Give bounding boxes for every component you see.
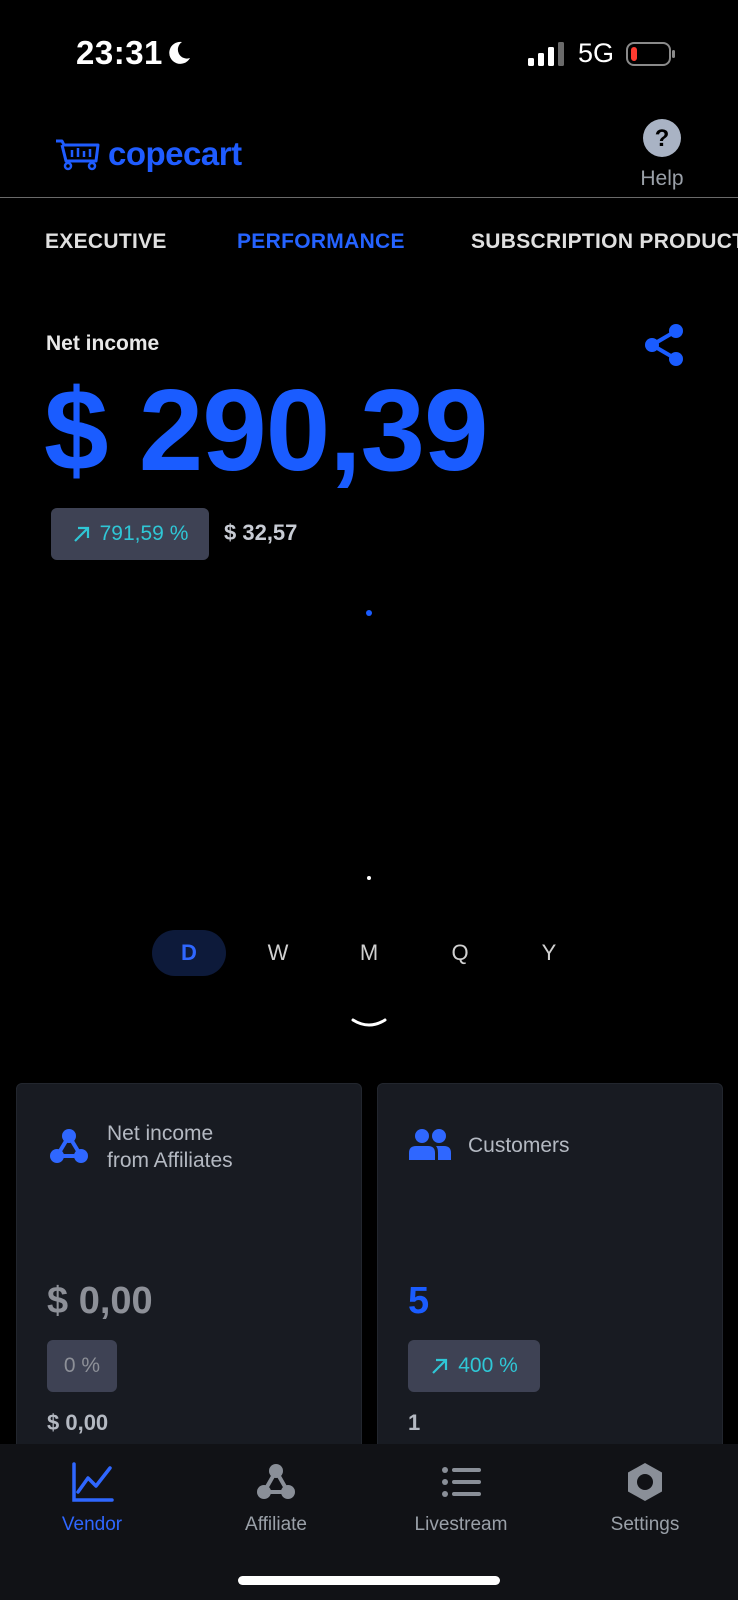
dashboard-tabs: EXECUTIVE PERFORMANCE SUBSCRIPTION PRODU… — [0, 222, 738, 266]
net-income-value: $ 290,39 — [44, 365, 489, 495]
tab-performance[interactable]: PERFORMANCE — [237, 230, 405, 254]
help-icon: ? — [643, 119, 681, 157]
chart-data-point — [366, 610, 372, 616]
card-title: Customers — [468, 1132, 698, 1159]
card-value: $ 0,00 — [47, 1280, 153, 1322]
nav-livestream-label: Livestream — [414, 1514, 508, 1535]
card-value: 5 — [408, 1280, 430, 1322]
affiliate-income-card[interactable]: Net income from Affiliates $ 0,00 0 % $ … — [16, 1083, 362, 1463]
help-label: Help — [640, 167, 684, 190]
nav-affiliate[interactable]: Affiliate — [201, 1460, 351, 1536]
nav-settings[interactable]: Settings — [570, 1460, 720, 1536]
trend-up-icon — [432, 1358, 448, 1374]
net-income-delta: 791,59 % — [99, 522, 189, 545]
period-year[interactable]: Y — [512, 930, 586, 976]
period-week[interactable]: W — [241, 930, 315, 976]
chart-line-icon — [72, 1462, 114, 1502]
copecart-logo[interactable]: copecart — [52, 132, 242, 176]
period-selector: D W M Q Y — [0, 930, 738, 978]
income-chart — [0, 580, 738, 900]
card-previous: 1 — [408, 1410, 421, 1435]
net-income-label: Net income — [46, 332, 160, 355]
trend-up-icon — [73, 526, 89, 542]
svg-text:?: ? — [655, 125, 670, 152]
customers-card[interactable]: Customers 5 400 % 1 — [377, 1083, 723, 1463]
tab-executive[interactable]: EXECUTIVE — [45, 230, 167, 254]
tab-subscription-product[interactable]: SUBSCRIPTION PRODUCT — [471, 230, 738, 254]
home-indicator — [238, 1576, 500, 1585]
card-previous: $ 0,00 — [47, 1410, 109, 1435]
card-title-line1: Net income — [107, 1122, 214, 1145]
chart-baseline-point — [367, 876, 371, 880]
period-day[interactable]: D — [152, 930, 226, 976]
affiliate-network-icon — [50, 1129, 88, 1163]
users-icon — [409, 1129, 451, 1160]
card-delta: 400 % — [458, 1354, 518, 1377]
nav-vendor-label: Vendor — [61, 1514, 123, 1535]
help-button[interactable]: ? Help — [636, 118, 688, 191]
card-delta-badge: 400 % — [408, 1340, 540, 1392]
settings-hexagon-icon — [628, 1463, 662, 1501]
logo-text: copecart — [108, 135, 242, 172]
nav-affiliate-label: Affiliate — [245, 1514, 307, 1535]
period-month[interactable]: M — [332, 930, 406, 976]
affiliate-network-icon — [257, 1464, 295, 1499]
card-delta: 0 % — [63, 1354, 101, 1377]
status-bar: 23:31 5G — [0, 0, 738, 110]
net-income-delta-badge: 791,59 % — [51, 508, 209, 560]
moon-icon — [169, 41, 190, 64]
period-quarter[interactable]: Q — [423, 930, 497, 976]
cart-icon — [56, 139, 100, 171]
signal-icon — [528, 42, 564, 66]
card-title-line2: from Affiliates — [107, 1149, 233, 1172]
card-title: Net income from Affiliates — [107, 1120, 337, 1174]
nav-settings-label: Settings — [610, 1514, 680, 1535]
nav-livestream[interactable]: Livestream — [386, 1460, 536, 1536]
battery-icon — [626, 42, 675, 66]
share-icon[interactable] — [642, 322, 686, 368]
card-title-line1: Customers — [468, 1134, 570, 1157]
net-income-previous: $ 32,57 — [224, 520, 298, 545]
status-time: 23:31 — [76, 34, 163, 71]
app-header: copecart ? Help — [0, 110, 738, 198]
list-icon — [442, 1467, 481, 1497]
chevron-down-icon[interactable] — [350, 1014, 388, 1034]
network-type: 5G — [578, 38, 615, 68]
card-delta-badge: 0 % — [47, 1340, 117, 1392]
nav-vendor[interactable]: Vendor — [17, 1460, 167, 1536]
